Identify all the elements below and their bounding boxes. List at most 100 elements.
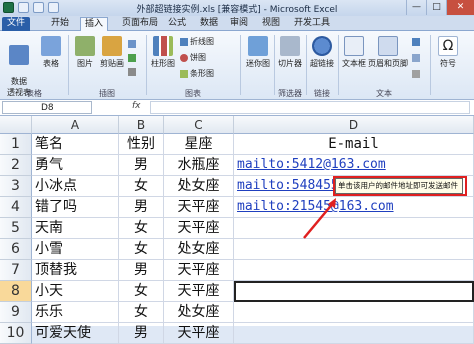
cell-c1[interactable]: 星座	[164, 134, 234, 155]
row-header[interactable]: 8	[0, 281, 32, 302]
cell-a6[interactable]: 小雪	[32, 239, 119, 260]
email-link[interactable]: mailto:5412@163.com	[234, 155, 474, 176]
col-header-d[interactable]: D	[234, 116, 474, 134]
cell-b9[interactable]: 女	[119, 302, 164, 323]
clipart-icon	[102, 36, 122, 56]
tab-formulas[interactable]: 公式	[164, 17, 190, 31]
col-header-a[interactable]: A	[32, 116, 119, 134]
tab-page-layout[interactable]: 页面布局	[114, 17, 166, 31]
cell-c4[interactable]: 天平座	[164, 197, 234, 218]
row-header[interactable]: 10	[0, 323, 32, 344]
cell-c5[interactable]: 天平座	[164, 218, 234, 239]
signature-button[interactable]	[412, 53, 420, 63]
header-footer-button[interactable]: 页眉和页脚	[368, 36, 408, 69]
cell-a3[interactable]: 小冰点	[32, 176, 119, 197]
row-header[interactable]: 9	[0, 302, 32, 323]
cell-a2[interactable]: 勇气	[32, 155, 119, 176]
bar-chart-button[interactable]: 条形图	[180, 69, 214, 79]
picture-button[interactable]: 图片	[72, 36, 98, 69]
cell-c8[interactable]: 天平座	[164, 281, 234, 302]
pie-chart-button[interactable]: 饼图	[180, 53, 206, 63]
col-header-b[interactable]: B	[119, 116, 164, 134]
object-button[interactable]	[412, 69, 420, 79]
tab-data[interactable]: 数据	[196, 17, 222, 31]
table-button[interactable]: 表格	[38, 36, 64, 69]
row-header[interactable]: 4	[0, 197, 32, 218]
cell-b6[interactable]: 女	[119, 239, 164, 260]
symbol-button[interactable]: Ω 符号	[434, 36, 462, 69]
tab-insert[interactable]: 插入	[80, 17, 108, 31]
group-label-illustrations: 插图	[99, 89, 115, 98]
name-box[interactable]: D8	[2, 101, 92, 114]
cell-a4[interactable]: 错了吗	[32, 197, 119, 218]
cell-b5[interactable]: 女	[119, 218, 164, 239]
select-all-corner[interactable]	[0, 116, 32, 134]
tab-view[interactable]: 视图	[258, 17, 284, 31]
column-chart-button[interactable]: 柱形图	[150, 36, 176, 69]
maximize-button[interactable]: □	[426, 0, 446, 15]
tab-file[interactable]: 文件	[2, 17, 30, 31]
bar-chart-icon	[180, 70, 188, 78]
textbox-button[interactable]: 文本框	[341, 36, 367, 69]
clipart-button[interactable]: 剪贴画	[98, 36, 126, 69]
cell-c6[interactable]: 处女座	[164, 239, 234, 260]
col-header-c[interactable]: C	[164, 116, 234, 134]
cell-a1[interactable]: 笔名	[32, 134, 119, 155]
tab-review[interactable]: 审阅	[226, 17, 252, 31]
group-label-tables: 表格	[26, 89, 42, 98]
row-header[interactable]: 7	[0, 260, 32, 281]
wordart-button[interactable]	[412, 37, 420, 47]
cell-c9[interactable]: 处女座	[164, 302, 234, 323]
cell-c10[interactable]: 天平座	[164, 323, 234, 344]
screenshot-icon	[128, 68, 136, 76]
cell-c3[interactable]: 处女座	[164, 176, 234, 197]
cell-d7[interactable]	[234, 260, 474, 281]
cell-b8[interactable]: 女	[119, 281, 164, 302]
cell-a5[interactable]: 天南	[32, 218, 119, 239]
row-header[interactable]: 5	[0, 218, 32, 239]
cell-d9[interactable]	[234, 302, 474, 323]
sparkline-button[interactable]: 迷你图	[244, 36, 272, 69]
row-header[interactable]: 6	[0, 239, 32, 260]
ribbon-separator	[306, 35, 307, 95]
active-cell-d8[interactable]	[234, 281, 474, 302]
cell-c2[interactable]: 水瓶座	[164, 155, 234, 176]
shapes-button[interactable]	[128, 39, 136, 49]
cell-b3[interactable]: 女	[119, 176, 164, 197]
cell-b2[interactable]: 男	[119, 155, 164, 176]
row-header[interactable]: 3	[0, 176, 32, 197]
formula-input[interactable]	[150, 101, 470, 114]
annotation-arrow-icon	[303, 198, 336, 239]
cell-b10[interactable]: 男	[119, 323, 164, 344]
row-header[interactable]: 2	[0, 155, 32, 176]
cell-b7[interactable]: 男	[119, 260, 164, 281]
close-button[interactable]: ✕	[446, 0, 474, 15]
cell-a9[interactable]: 乐乐	[32, 302, 119, 323]
cell-c7[interactable]: 天平座	[164, 260, 234, 281]
ribbon-separator	[338, 35, 339, 95]
tab-home[interactable]: 开始	[46, 17, 74, 31]
cell-d6[interactable]	[234, 239, 474, 260]
cell-d10[interactable]	[234, 323, 474, 344]
email-link[interactable]: mailto:21545@163.com	[234, 197, 474, 218]
cell-b1[interactable]: 性别	[119, 134, 164, 155]
hyperlink-button[interactable]: 超链接	[309, 36, 335, 69]
pie-chart-icon	[180, 54, 188, 62]
insert-function-button[interactable]: fx	[132, 101, 141, 111]
cell-a8[interactable]: 小天	[32, 281, 119, 302]
slicer-button[interactable]: 切片器	[277, 36, 303, 69]
cell-b4[interactable]: 男	[119, 197, 164, 218]
row-header[interactable]: 1	[0, 134, 32, 155]
minimize-button[interactable]: —	[406, 0, 426, 15]
cell-a7[interactable]: 顶替我	[32, 260, 119, 281]
screenshot-button[interactable]	[128, 67, 136, 77]
line-chart-icon	[180, 38, 188, 46]
smartart-button[interactable]	[128, 53, 136, 63]
cell-d5[interactable]	[234, 218, 474, 239]
line-chart-button[interactable]: 折线图	[180, 37, 214, 47]
tab-developer[interactable]: 开发工具	[290, 17, 334, 31]
textbox-icon	[344, 36, 364, 56]
cell-a10[interactable]: 可爱天使	[32, 323, 119, 344]
ribbon-separator	[274, 35, 275, 95]
cell-d1[interactable]: E-mail	[234, 134, 474, 155]
